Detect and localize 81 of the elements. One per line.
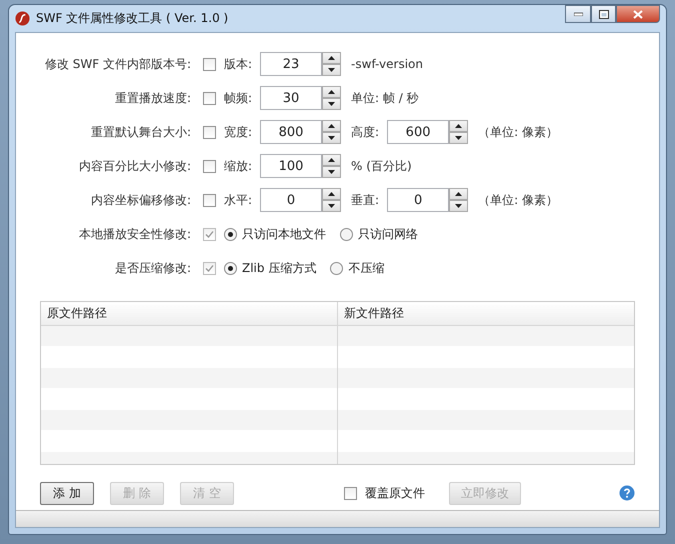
- close-button[interactable]: [616, 5, 660, 23]
- checkbox[interactable]: [203, 126, 216, 138]
- maximize-icon: [598, 10, 608, 18]
- field-label: 版本:: [224, 56, 252, 72]
- number-field[interactable]: 0: [260, 188, 322, 212]
- checkbox[interactable]: [203, 194, 216, 206]
- spin-down-button[interactable]: [449, 200, 468, 212]
- field-label: 帧频:: [224, 90, 252, 106]
- unit-label: （单位: 像素）: [478, 124, 558, 140]
- spin-down-button[interactable]: [322, 200, 342, 212]
- field-label: 垂直:: [351, 192, 380, 208]
- radio-label: 只访问网络: [358, 226, 418, 242]
- spin-down-button[interactable]: [322, 98, 342, 110]
- radio-label: 不压缩: [348, 260, 384, 276]
- checkbox[interactable]: [203, 58, 216, 70]
- spin-down-button[interactable]: [322, 64, 342, 76]
- checkbox[interactable]: [203, 92, 216, 104]
- action-button[interactable]: 添 加: [40, 482, 94, 504]
- close-icon: [633, 10, 643, 18]
- spin-down-button[interactable]: [449, 132, 468, 144]
- unit-label: -swf-version: [351, 57, 423, 71]
- overwrite-label: 覆盖原文件: [365, 484, 425, 502]
- radio-dot-icon: [228, 266, 233, 270]
- spin-down-button[interactable]: [322, 166, 342, 178]
- option-label: 本地播放安全性修改:: [78, 226, 191, 242]
- field-label: 高度:: [351, 124, 380, 140]
- minimize-button[interactable]: [565, 5, 591, 23]
- option-label: 重置播放速度:: [114, 90, 191, 106]
- down-arrow-icon: [455, 136, 462, 140]
- number-field[interactable]: 30: [260, 86, 322, 110]
- down-arrow-icon: [328, 204, 336, 208]
- down-arrow-icon: [328, 68, 336, 72]
- checkbox[interactable]: [203, 160, 216, 172]
- down-arrow-icon: [328, 102, 336, 106]
- spin-up-button[interactable]: [322, 86, 342, 98]
- radio-label: Zlib 压缩方式: [242, 260, 316, 276]
- help-icon[interactable]: [619, 485, 635, 501]
- spin-up-button[interactable]: [449, 120, 468, 132]
- number-field[interactable]: 0: [387, 188, 450, 212]
- down-arrow-icon: [328, 170, 336, 174]
- column-header[interactable]: 新文件路径: [338, 302, 634, 325]
- up-arrow-icon: [328, 56, 336, 60]
- maximize-button[interactable]: [591, 5, 616, 23]
- number-field[interactable]: 600: [387, 120, 450, 144]
- spin-up-button[interactable]: [322, 188, 342, 200]
- field-label: 宽度:: [224, 124, 252, 140]
- up-arrow-icon: [328, 192, 336, 196]
- unit-label: 单位: 帧 / 秒: [351, 90, 419, 106]
- spin-up-button[interactable]: [322, 120, 342, 132]
- down-arrow-icon: [328, 136, 336, 140]
- number-field[interactable]: 800: [260, 120, 322, 144]
- number-field[interactable]: 23: [260, 52, 322, 76]
- option-label: 内容坐标偏移修改:: [90, 192, 191, 208]
- check-icon: [205, 230, 214, 238]
- up-arrow-icon: [328, 90, 336, 94]
- unit-label: （单位: 像素）: [478, 192, 558, 208]
- radio-label: 只访问本地文件: [242, 226, 326, 242]
- spin-up-button[interactable]: [322, 154, 342, 166]
- number-field[interactable]: 100: [260, 154, 322, 178]
- up-arrow-icon: [455, 192, 462, 196]
- window-title: SWF 文件属性修改工具 ( Ver. 1.0 ): [36, 10, 230, 27]
- field-label: 缩放:: [224, 158, 252, 174]
- checkbox[interactable]: [344, 486, 357, 500]
- spin-down-button[interactable]: [322, 132, 342, 144]
- option-label: 重置默认舞台大小:: [90, 124, 191, 140]
- option-label: 是否压缩修改:: [114, 260, 191, 276]
- field-label: 水平:: [224, 192, 252, 208]
- column-header[interactable]: 原文件路径: [41, 302, 338, 325]
- radio-dot-icon: [228, 232, 233, 236]
- up-arrow-icon: [328, 124, 336, 128]
- option-label: 修改 SWF 文件内部版本号:: [44, 56, 191, 72]
- unit-label: % (百分比): [351, 158, 412, 174]
- check-icon: [205, 264, 214, 272]
- option-label: 内容百分比大小修改:: [78, 158, 191, 174]
- up-arrow-icon: [328, 158, 336, 162]
- up-arrow-icon: [455, 124, 462, 128]
- spin-up-button[interactable]: [449, 188, 468, 200]
- spin-up-button[interactable]: [322, 52, 342, 64]
- minimize-icon: [574, 12, 582, 16]
- down-arrow-icon: [455, 204, 462, 208]
- app-logo-icon: [15, 11, 30, 26]
